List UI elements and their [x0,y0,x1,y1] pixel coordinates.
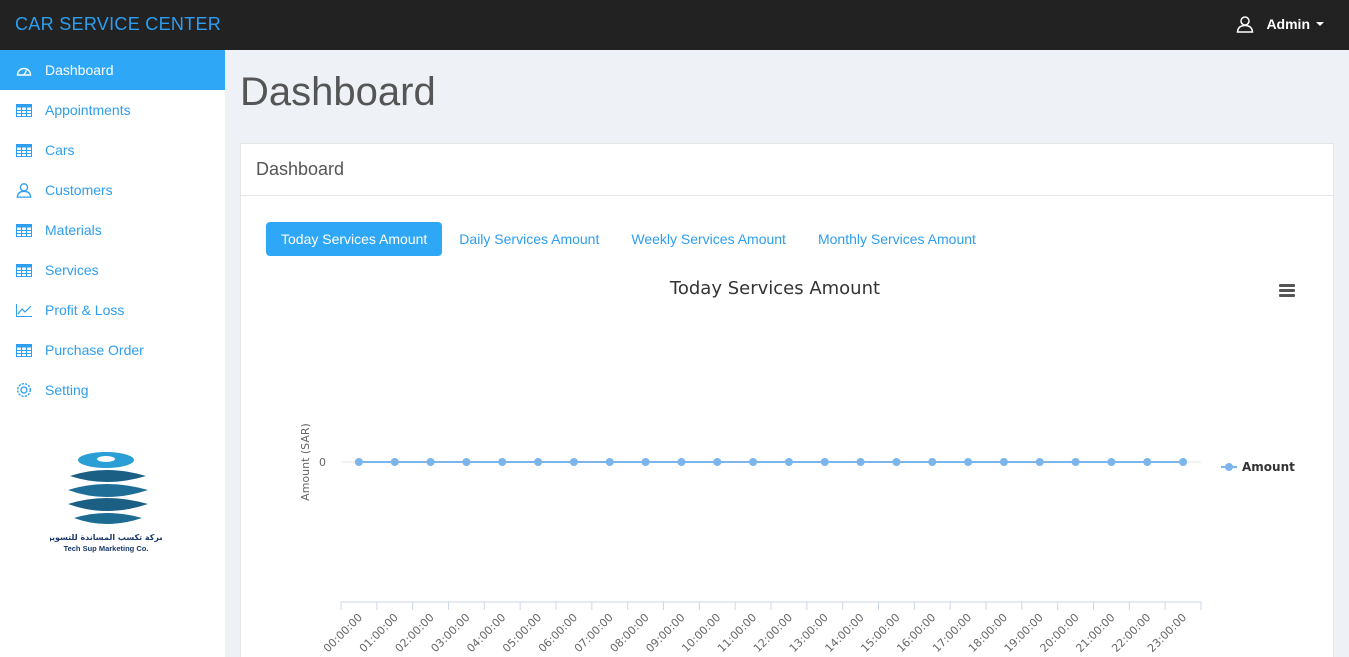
sidebar: Dashboard Appointments Cars Customers Materi… [0,50,225,657]
data-point [498,458,507,466]
sidebar-item-label: Materials [45,222,102,238]
data-point [605,458,614,466]
user-icon [1237,16,1254,33]
sidebar-item-label: Profit & Loss [45,302,125,318]
data-point [1107,458,1116,466]
data-point [1179,458,1188,466]
data-point [390,458,399,466]
sidebar-item-materials[interactable]: Materials [0,210,225,250]
brand-title[interactable]: CAR SERVICE CENTER [15,14,221,35]
sidebar-item-services[interactable]: Services [0,250,225,290]
data-point [677,458,686,466]
gear-icon [15,381,33,399]
dashboard-icon [15,61,33,79]
data-point [1035,458,1044,466]
data-point [569,458,578,466]
dashboard-panel: Dashboard Today Services Amount Daily Ser… [240,143,1334,657]
sidebar-item-cars[interactable]: Cars [0,130,225,170]
table-icon [15,341,33,359]
data-point [713,458,722,466]
user-icon [15,181,33,199]
today-services-chart: Today Services AmountAmount (SAR) 000:00:… [299,278,1295,655]
chevron-down-icon [1316,22,1324,26]
data-point [426,458,435,466]
data-point [462,458,471,466]
data-point [1143,458,1152,466]
legend-marker [1225,463,1233,471]
sidebar-item-customers[interactable]: Customers [0,170,225,210]
data-point [534,458,543,466]
svg-text:Tech Sup Marketing Co.: Tech Sup Marketing Co. [64,544,149,553]
sidebar-item-label: Setting [45,382,89,398]
line-chart-icon [15,301,33,319]
data-point [964,458,973,466]
table-icon [15,141,33,159]
sidebar-item-dashboard[interactable]: Dashboard [0,50,225,90]
user-name: Admin [1266,16,1310,32]
sidebar-item-label: Dashboard [45,62,114,78]
data-point [354,458,363,466]
sidebar-item-label: Purchase Order [45,342,144,358]
y-tick-label: 0 [319,456,326,469]
user-menu[interactable]: Admin [1236,15,1324,33]
table-icon [15,101,33,119]
svg-text:شركة تكسب المساندة للتسويق: شركة تكسب المساندة للتسويق [50,533,162,542]
y-axis-label: Amount (SAR) [299,423,312,501]
sidebar-item-label: Appointments [45,102,131,118]
data-point [784,458,793,466]
main-content: Dashboard Dashboard Today Services Amoun… [225,50,1349,657]
data-point [892,458,901,466]
sidebar-item-profit-loss[interactable]: Profit & Loss [0,290,225,330]
chart-menu-icon[interactable] [1279,284,1295,298]
table-icon [15,261,33,279]
data-point [641,458,650,466]
page-title: Dashboard [240,70,436,114]
legend-item-amount[interactable]: Amount [1242,460,1295,474]
data-point [999,458,1008,466]
table-icon [15,221,33,239]
sidebar-item-label: Services [45,262,99,278]
top-navbar: CAR SERVICE CENTER Admin [0,0,1349,50]
data-point [749,458,758,466]
chart-title: Today Services Amount [669,278,880,299]
sidebar-item-label: Cars [45,142,75,158]
data-point [1071,458,1080,466]
data-point [928,458,937,466]
company-logo: شركة تكسب المساندة للتسويق Tech Sup Mark… [50,452,162,553]
sidebar-item-label: Customers [45,182,113,198]
data-point [820,458,829,466]
data-point [856,458,865,466]
sidebar-item-appointments[interactable]: Appointments [0,90,225,130]
sidebar-item-setting[interactable]: Setting [0,370,225,410]
x-tick-label: 23:00:00 [1145,611,1189,655]
sidebar-item-purchase-order[interactable]: Purchase Order [0,330,225,370]
